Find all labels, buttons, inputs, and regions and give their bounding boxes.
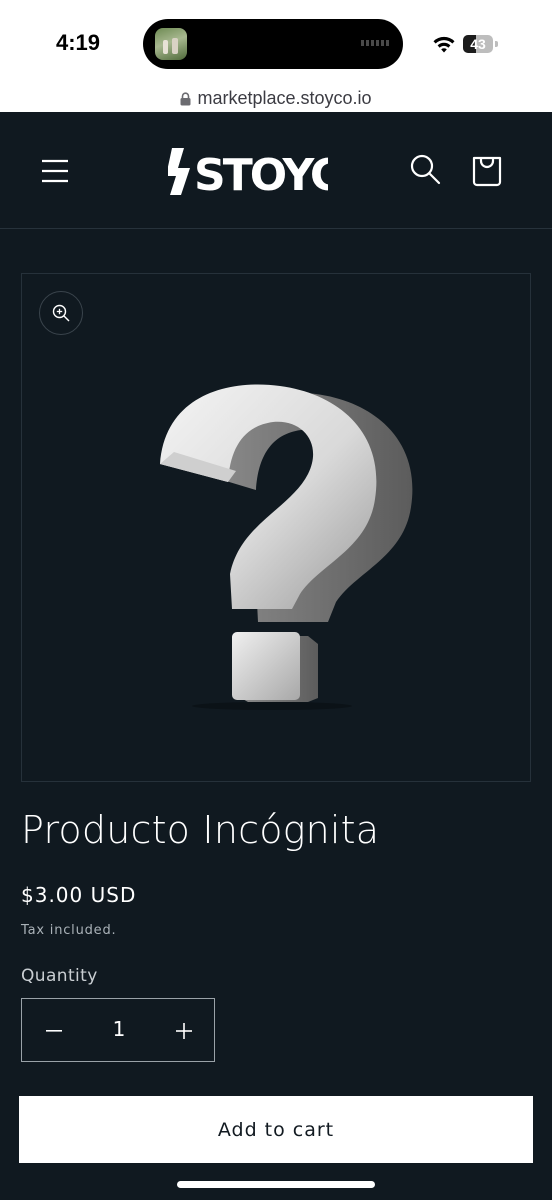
wifi-icon (433, 36, 455, 53)
add-to-cart-button[interactable]: Add to cart (19, 1096, 533, 1163)
question-mark-image (160, 384, 413, 710)
cart-icon[interactable] (470, 152, 504, 188)
zoom-icon (52, 304, 70, 322)
product-title: Producto Incógnita (21, 808, 380, 852)
battery-icon: 43 (463, 35, 493, 53)
status-time: 4:19 (56, 30, 101, 55)
quantity-increase-button[interactable] (168, 1015, 200, 1047)
product-media[interactable] (21, 273, 531, 782)
url-text: marketplace.stoyco.io (197, 87, 372, 108)
logo-text: STOYCO (194, 150, 328, 201)
lock-icon (180, 92, 191, 106)
audio-waveform-icon (361, 40, 389, 46)
quantity-stepper: 1 (21, 998, 215, 1062)
now-playing-thumbnail (155, 28, 187, 60)
quantity-input[interactable]: 1 (94, 1017, 144, 1041)
battery-cap (495, 41, 498, 47)
url-bar[interactable]: marketplace.stoyco.io (0, 84, 552, 112)
minus-icon (46, 1030, 62, 1032)
search-icon[interactable] (408, 152, 442, 186)
product-price: $3.00 USD (21, 883, 137, 907)
menu-icon[interactable] (36, 152, 74, 190)
plus-icon (176, 1023, 192, 1039)
dynamic-island[interactable] (143, 19, 403, 69)
site-header: STOYCO (0, 112, 552, 229)
zoom-button[interactable] (39, 291, 83, 335)
quantity-decrease-button[interactable] (38, 1015, 70, 1047)
status-bar: 4:19 43 (0, 0, 552, 84)
home-indicator[interactable] (177, 1181, 375, 1188)
quantity-label: Quantity (21, 966, 98, 986)
stoyco-logo[interactable]: STOYCO (168, 138, 328, 204)
tax-note: Tax included. (21, 923, 117, 938)
battery-percent: 43 (470, 36, 486, 52)
